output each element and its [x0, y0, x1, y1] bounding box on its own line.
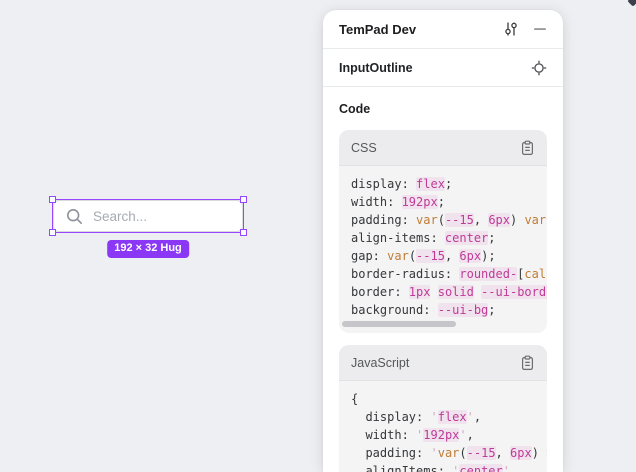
- panel-header: TemPad Dev: [323, 10, 563, 49]
- javascript-block-header: JavaScript: [339, 345, 547, 381]
- panel-title: TemPad Dev: [339, 22, 489, 37]
- copy-css-clipboard-icon[interactable]: [520, 140, 535, 156]
- tempad-dev-panel: TemPad Dev InputOutline Code: [323, 10, 563, 472]
- search-placeholder: Search...: [93, 209, 147, 224]
- code-section: Code CSS display: flex;width: 192px;padd…: [323, 87, 563, 472]
- css-code[interactable]: display: flex;width: 192px;padding: var(…: [339, 166, 547, 319]
- resize-handle-bottom-left[interactable]: [49, 229, 56, 236]
- search-input[interactable]: Search...: [53, 200, 243, 232]
- size-badge: 192 × 32 Hug: [107, 240, 189, 258]
- code-section-label: Code: [339, 100, 547, 118]
- selected-component-inputoutline[interactable]: Search...: [53, 200, 243, 232]
- scrollbar-thumb[interactable]: [342, 321, 456, 327]
- css-block-header: CSS: [339, 130, 547, 166]
- search-icon: [66, 208, 83, 225]
- locate-icon[interactable]: [531, 60, 547, 76]
- javascript-code[interactable]: { display: 'flex', width: '192px', paddi…: [339, 381, 547, 472]
- javascript-code-block: JavaScript { display: 'flex', width: '19…: [339, 345, 547, 472]
- css-code-block: CSS display: flex;width: 192px;padding: …: [339, 130, 547, 333]
- css-block-label: CSS: [351, 141, 520, 155]
- resize-handle-bottom-right[interactable]: [240, 229, 247, 236]
- selected-node-row: InputOutline: [323, 49, 563, 87]
- sliders-icon[interactable]: [503, 21, 519, 37]
- copy-javascript-clipboard-icon[interactable]: [520, 355, 535, 371]
- node-name: InputOutline: [339, 61, 531, 75]
- resize-handle-top-left[interactable]: [49, 196, 56, 203]
- minimize-icon[interactable]: [533, 22, 547, 36]
- javascript-block-label: JavaScript: [351, 356, 520, 370]
- horizontal-scrollbar[interactable]: [339, 319, 547, 333]
- resize-handle-top-right[interactable]: [240, 196, 247, 203]
- canvas-artifact: [627, 0, 636, 7]
